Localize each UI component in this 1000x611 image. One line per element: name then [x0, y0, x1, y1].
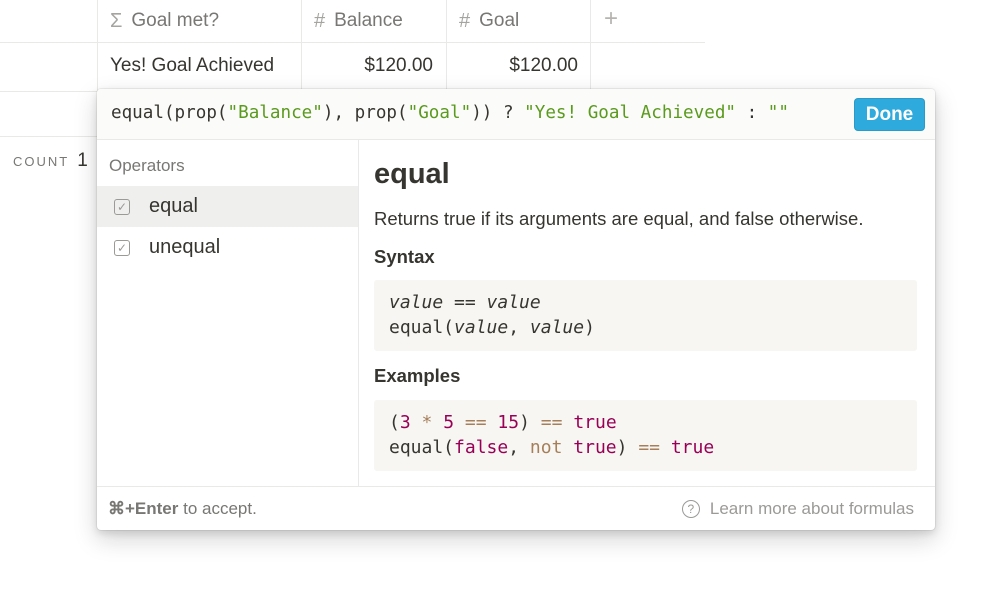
cell-goal[interactable]: $120.00 [447, 43, 578, 89]
code-token: value [486, 292, 541, 313]
code-token: * [410, 412, 444, 433]
code-token: 5 [443, 412, 455, 433]
function-title: equal [374, 158, 450, 190]
formula-string: "Balance" [227, 103, 323, 123]
accept-hint: ⌘+Enter to accept. [108, 499, 257, 519]
code-token: == [638, 437, 660, 458]
column-header-goal-met[interactable]: Σ Goal met? [110, 0, 219, 42]
column-divider [590, 0, 591, 92]
formula-token: )) ? [471, 103, 525, 123]
code-token: == [540, 412, 563, 433]
table-count[interactable]: COUNT 1 [13, 150, 88, 172]
footer-divider [0, 136, 100, 137]
learn-more-link[interactable]: ? Learn more about formulas [681, 499, 914, 519]
operator-label: equal [149, 195, 198, 217]
column-header-label: Goal met? [131, 10, 220, 31]
formula-bar: equal(prop("Balance"), prop("Goal")) ? "… [97, 89, 935, 140]
column-header-balance[interactable]: # Balance [314, 0, 403, 42]
code-token: ) [616, 437, 639, 458]
code-token: value [389, 292, 444, 313]
sigma-icon: Σ [110, 9, 123, 32]
code-token: ) [519, 412, 541, 433]
shortcut-key: ⌘+Enter [108, 499, 179, 518]
popup-footer: ⌘+Enter to accept. ? Learn more about fo… [97, 486, 935, 530]
code-token: ( [389, 412, 400, 433]
cell-balance[interactable]: $120.00 [302, 43, 433, 89]
code-token: true [670, 437, 715, 458]
done-button[interactable]: Done [854, 98, 925, 131]
formula-string: "Goal" [407, 103, 472, 123]
code-token: ) [584, 317, 595, 338]
formula-token: ), prop( [322, 103, 408, 123]
count-value: 1 [77, 150, 88, 171]
code-token: true [573, 412, 617, 433]
code-token: false [454, 437, 509, 458]
code-token: not [529, 437, 563, 458]
checkbox-icon: ✓ [114, 239, 130, 256]
cell-goal-met[interactable]: Yes! Goal Achieved [110, 43, 295, 89]
code-token: , [508, 437, 530, 458]
column-divider [97, 0, 98, 92]
examples-code-block: (3 * 5 == 15) == true equal(false, not t… [374, 400, 917, 471]
formula-string: "" [767, 103, 789, 123]
learn-more-label: Learn more about formulas [709, 499, 914, 518]
operator-item-equal[interactable]: ✓ equal [97, 186, 358, 227]
examples-heading: Examples [374, 365, 461, 386]
formula-token: : [736, 103, 768, 123]
function-description: Returns true if its arguments are equal,… [374, 208, 864, 229]
help-circle-icon: ? [681, 500, 700, 518]
function-doc: equal Returns true if its arguments are … [374, 140, 919, 486]
syntax-heading: Syntax [374, 246, 435, 267]
shortcut-suffix: to accept. [178, 499, 257, 518]
code-token: , [508, 317, 530, 338]
code-token: value [454, 317, 509, 338]
operator-item-unequal[interactable]: ✓ unequal [97, 227, 358, 268]
checkbox-icon: ✓ [114, 198, 130, 215]
column-header-label: Balance [334, 10, 403, 31]
add-column-button[interactable]: + [604, 5, 618, 33]
code-token: equal( [389, 317, 455, 338]
formula-string: "Yes! Goal Achieved" [524, 103, 737, 123]
code-token: equal( [389, 437, 455, 458]
code-token: 15 [497, 412, 520, 433]
code-token: value [529, 317, 585, 338]
hash-icon: # [459, 9, 471, 32]
code-token: == [454, 412, 498, 433]
code-token: 3 [399, 412, 411, 433]
formula-input[interactable]: equal(prop("Balance"), prop("Goal")) ? "… [111, 103, 789, 123]
syntax-code-block: value == value equal(value, value) [374, 280, 917, 351]
row-divider [0, 91, 100, 92]
code-token: == [443, 292, 487, 313]
hash-icon: # [314, 9, 326, 32]
code-token: true [573, 437, 617, 458]
section-label-operators: Operators [109, 156, 185, 175]
count-label: COUNT [13, 154, 70, 169]
formula-editor-popup: equal(prop("Balance"), prop("Goal")) ? "… [97, 89, 935, 530]
column-header-label: Goal [479, 10, 520, 31]
operator-label: unequal [149, 236, 221, 258]
operator-list: Operators ✓ equal ✓ unequal [97, 140, 359, 486]
column-header-goal[interactable]: # Goal [459, 0, 519, 42]
formula-token: equal(prop( [111, 103, 228, 123]
